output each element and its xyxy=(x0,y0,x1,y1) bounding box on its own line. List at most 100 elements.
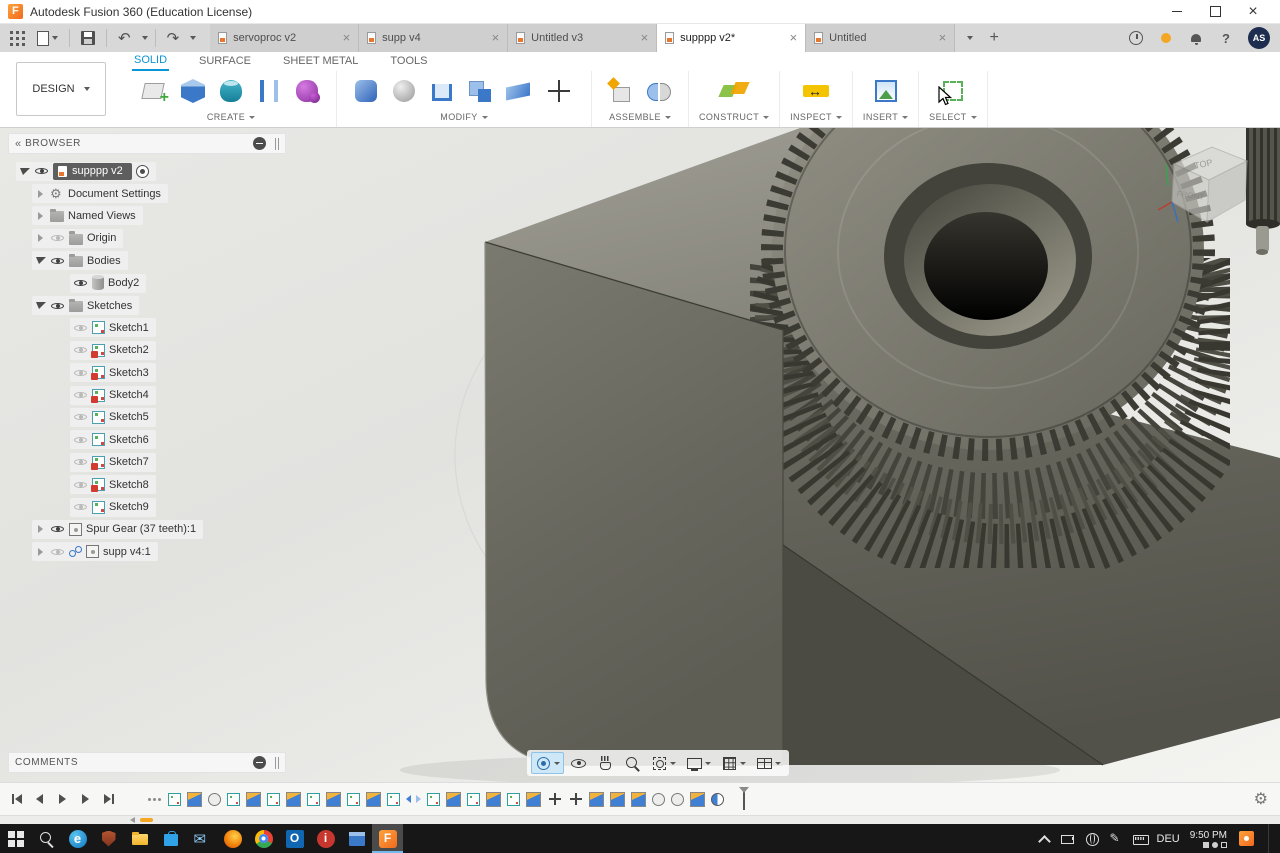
ribbon-group-label[interactable]: CONSTRUCT xyxy=(699,112,769,122)
visibility-eye-icon[interactable] xyxy=(34,164,49,179)
scroll-thumb[interactable] xyxy=(140,818,153,822)
browser-item[interactable]: Sketch9 xyxy=(8,496,286,518)
timeline-feature-sketch-icon[interactable] xyxy=(227,793,240,806)
document-tab[interactable]: Untitled xyxy=(806,24,956,52)
browser-item[interactable]: Document Settings xyxy=(8,182,286,204)
document-tab[interactable]: Untitled v3 xyxy=(508,24,658,52)
move-icon[interactable] xyxy=(545,77,573,105)
close-tab-icon[interactable] xyxy=(641,33,649,43)
new-document-button[interactable] xyxy=(981,24,1007,52)
browser-item[interactable]: Spur Gear (37 teeth):1 xyxy=(8,518,286,540)
panel-grip[interactable] xyxy=(275,137,279,150)
orbit-button[interactable] xyxy=(531,752,564,774)
visibility-eye-icon[interactable] xyxy=(73,477,88,492)
status-indicator-icon[interactable] xyxy=(1158,30,1174,46)
expander-icon[interactable] xyxy=(35,255,46,266)
chevron-up-icon[interactable] xyxy=(1037,832,1051,846)
visibility-eye-icon[interactable] xyxy=(50,298,65,313)
collapse-panel-icon[interactable] xyxy=(15,138,19,150)
timeline-feature-extrude-icon[interactable] xyxy=(446,791,461,807)
timeline-feature-extrude-icon[interactable] xyxy=(187,791,202,807)
timeline-feature-section-icon[interactable] xyxy=(711,793,724,806)
taskbar-search-button[interactable] xyxy=(31,824,62,853)
joint-icon[interactable] xyxy=(645,77,673,105)
skip-end-button[interactable] xyxy=(100,791,117,808)
dropdown-caret-icon[interactable] xyxy=(740,761,746,765)
ribbon-tab-surface[interactable]: SURFACE xyxy=(197,53,253,70)
close-tab-icon[interactable] xyxy=(343,33,351,43)
undo-dropdown-icon[interactable] xyxy=(141,36,148,40)
keyboard-icon[interactable] xyxy=(1132,832,1149,846)
browser-header[interactable]: BROWSER xyxy=(8,133,286,154)
timeline-feature-sketch-icon[interactable] xyxy=(168,793,181,806)
timeline-feature-sketch-icon[interactable] xyxy=(267,793,280,806)
activate-component-icon[interactable] xyxy=(135,164,149,178)
visibility-eye-icon[interactable] xyxy=(73,500,88,515)
tab-overflow-button[interactable] xyxy=(955,24,981,52)
visibility-eye-icon[interactable] xyxy=(50,544,65,559)
dropdown-caret-icon[interactable] xyxy=(775,761,781,765)
browser-item[interactable]: Bodies xyxy=(8,250,286,272)
taskbar-chrome-button[interactable] xyxy=(248,824,279,853)
help-icon[interactable] xyxy=(1218,30,1234,46)
select-window-icon[interactable] xyxy=(939,77,967,105)
play-button[interactable] xyxy=(54,791,71,808)
taskbar-start-button[interactable] xyxy=(0,824,31,853)
insert-canvas-icon[interactable] xyxy=(872,77,900,105)
minimize-panel-icon[interactable] xyxy=(253,756,266,769)
timeline-feature-extrude-icon[interactable] xyxy=(286,791,301,807)
panel-grip[interactable] xyxy=(275,756,279,769)
revolve-icon[interactable] xyxy=(217,77,245,105)
form-icon[interactable] xyxy=(293,77,321,105)
taskbar-store-button[interactable] xyxy=(155,824,186,853)
visibility-eye-icon[interactable] xyxy=(73,455,88,470)
browser-item[interactable]: Body2 xyxy=(8,272,286,294)
step-forward-button[interactable] xyxy=(77,791,94,808)
visibility-eye-icon[interactable] xyxy=(73,276,88,291)
fillet-icon[interactable] xyxy=(390,77,418,105)
timeline-feature-hole-icon[interactable] xyxy=(671,793,684,806)
timeline-feature-group-dots-icon[interactable] xyxy=(147,792,162,807)
ribbon-tab-solid[interactable]: SOLID xyxy=(132,52,170,71)
close-tab-icon[interactable] xyxy=(939,33,947,43)
timeline-feature-sketch-icon[interactable] xyxy=(507,793,520,806)
expander-icon[interactable] xyxy=(35,524,46,535)
step-back-button[interactable] xyxy=(31,791,48,808)
browser-item[interactable]: Origin xyxy=(8,227,286,249)
timeline-feature-extrude-icon[interactable] xyxy=(486,791,501,807)
taskbar-app-window-button[interactable] xyxy=(341,824,372,853)
ribbon-group-label[interactable]: SELECT xyxy=(929,112,976,122)
expander-icon[interactable] xyxy=(35,188,46,199)
document-tab[interactable]: servoproc v2 xyxy=(210,24,360,52)
ribbon-group-label[interactable]: INSERT xyxy=(863,112,908,122)
press-pull-icon[interactable] xyxy=(352,77,380,105)
data-panel-button[interactable] xyxy=(6,26,29,50)
expander-icon[interactable] xyxy=(35,233,46,244)
timeline-feature-extrude-icon[interactable] xyxy=(326,791,341,807)
close-tab-icon[interactable] xyxy=(790,33,798,43)
redo-dropdown-icon[interactable] xyxy=(190,36,197,40)
timeline-feature-mirror-icon[interactable] xyxy=(406,792,421,807)
visibility-eye-icon[interactable] xyxy=(73,320,88,335)
ribbon-tab-sheet-metal[interactable]: SHEET METAL xyxy=(281,53,360,70)
timeline-feature-sketch-icon[interactable] xyxy=(387,793,400,806)
taskbar-clock[interactable]: 9:50 PM xyxy=(1190,830,1227,848)
document-tab[interactable]: supp v4 xyxy=(359,24,509,52)
timeline-feature-sketch-icon[interactable] xyxy=(427,793,440,806)
ribbon-group-label[interactable]: ASSEMBLE xyxy=(609,112,671,122)
browser-item[interactable]: Sketches xyxy=(8,294,286,316)
language-indicator[interactable]: DEU xyxy=(1157,833,1180,845)
timeline-feature-sketch-icon[interactable] xyxy=(307,793,320,806)
timeline-feature-extrude-icon[interactable] xyxy=(610,791,625,807)
dropdown-caret-icon[interactable] xyxy=(670,761,676,765)
timeline-feature-extrude-icon[interactable] xyxy=(631,791,646,807)
dropdown-caret-icon[interactable] xyxy=(705,761,711,765)
undo-button[interactable] xyxy=(114,26,135,50)
document-tab[interactable]: supppp v2* xyxy=(657,24,807,52)
minimize-panel-icon[interactable] xyxy=(253,137,266,150)
visibility-eye-icon[interactable] xyxy=(73,432,88,447)
browser-item[interactable]: Sketch8 xyxy=(8,473,286,495)
timeline-feature-hole-icon[interactable] xyxy=(208,793,221,806)
create-sketch-icon[interactable] xyxy=(141,77,169,107)
scroll-left-icon[interactable] xyxy=(130,817,135,823)
